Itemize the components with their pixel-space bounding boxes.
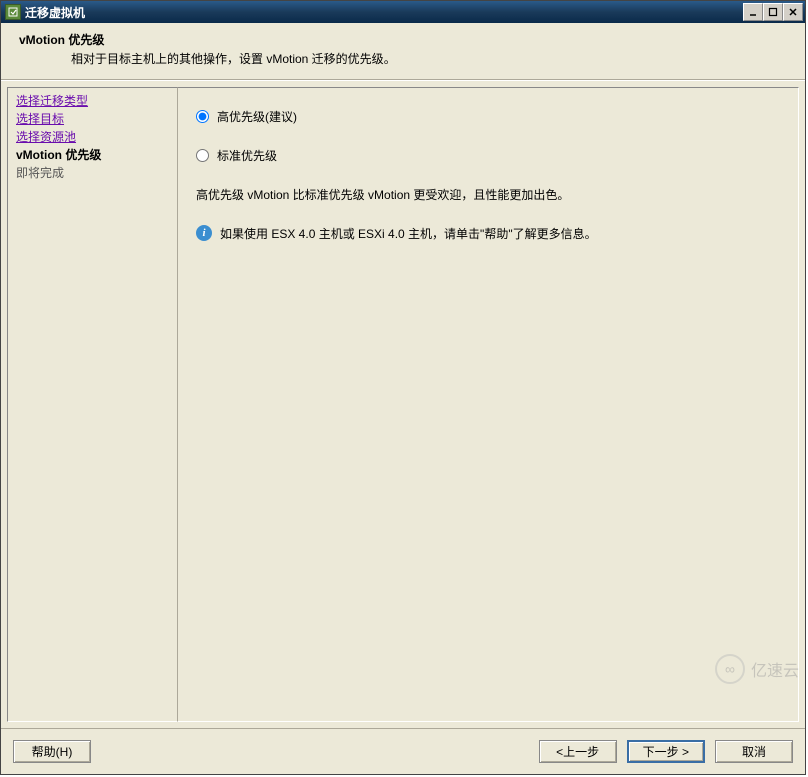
wizard-body: 选择迁移类型 选择目标 选择资源池 vMotion 优先级 即将完成 高优先级(… [1,80,805,728]
info-icon: i [196,225,212,241]
window-title: 迁移虚拟机 [25,4,85,21]
titlebar: 迁移虚拟机 [1,1,805,23]
help-button[interactable]: 帮助(H) [13,740,91,763]
step-vmotion-priority: vMotion 优先级 [16,146,169,164]
option-standard-priority-row[interactable]: 标准优先级 [196,147,780,164]
page-subtitle: 相对于目标主机上的其他操作，设置 vMotion 迁移的优先级。 [71,50,795,67]
option-standard-priority-radio[interactable] [196,149,209,162]
app-icon [5,4,21,20]
footer-nav-buttons: <上一步 下一步 > 取消 [539,740,793,763]
wizard-header: vMotion 优先级 相对于目标主机上的其他操作，设置 vMotion 迁移的… [1,23,805,80]
next-button[interactable]: 下一步 > [627,740,705,763]
maximize-button[interactable] [763,3,783,21]
cancel-button[interactable]: 取消 [715,740,793,763]
step-ready-to-complete: 即将完成 [16,164,169,182]
priority-description: 高优先级 vMotion 比标准优先级 vMotion 更受欢迎，且性能更加出色… [196,186,780,203]
wizard-content: 高优先级(建议) 标准优先级 高优先级 vMotion 比标准优先级 vMoti… [177,87,799,722]
window-controls [743,3,803,21]
step-migration-type[interactable]: 选择迁移类型 [16,92,169,110]
option-standard-priority-label: 标准优先级 [217,147,277,164]
wizard-steps-sidebar: 选择迁移类型 选择目标 选择资源池 vMotion 优先级 即将完成 [7,87,177,722]
close-button[interactable] [783,3,803,21]
page-title: vMotion 优先级 [19,31,795,48]
step-select-resource-pool[interactable]: 选择资源池 [16,128,169,146]
minimize-button[interactable] [743,3,763,21]
wizard-footer: 帮助(H) <上一步 下一步 > 取消 [1,728,805,774]
option-high-priority-label: 高优先级(建议) [217,108,297,125]
back-button[interactable]: <上一步 [539,740,617,763]
option-high-priority-radio[interactable] [196,110,209,123]
info-row: i 如果使用 ESX 4.0 主机或 ESXi 4.0 主机，请单击"帮助"了解… [196,225,780,242]
step-select-target[interactable]: 选择目标 [16,110,169,128]
info-text: 如果使用 ESX 4.0 主机或 ESXi 4.0 主机，请单击"帮助"了解更多… [220,225,597,242]
option-high-priority-row[interactable]: 高优先级(建议) [196,108,780,125]
dialog-window: 迁移虚拟机 vMotion 优先级 相对于目标主机上的其他操作，设置 vMoti… [0,0,806,775]
